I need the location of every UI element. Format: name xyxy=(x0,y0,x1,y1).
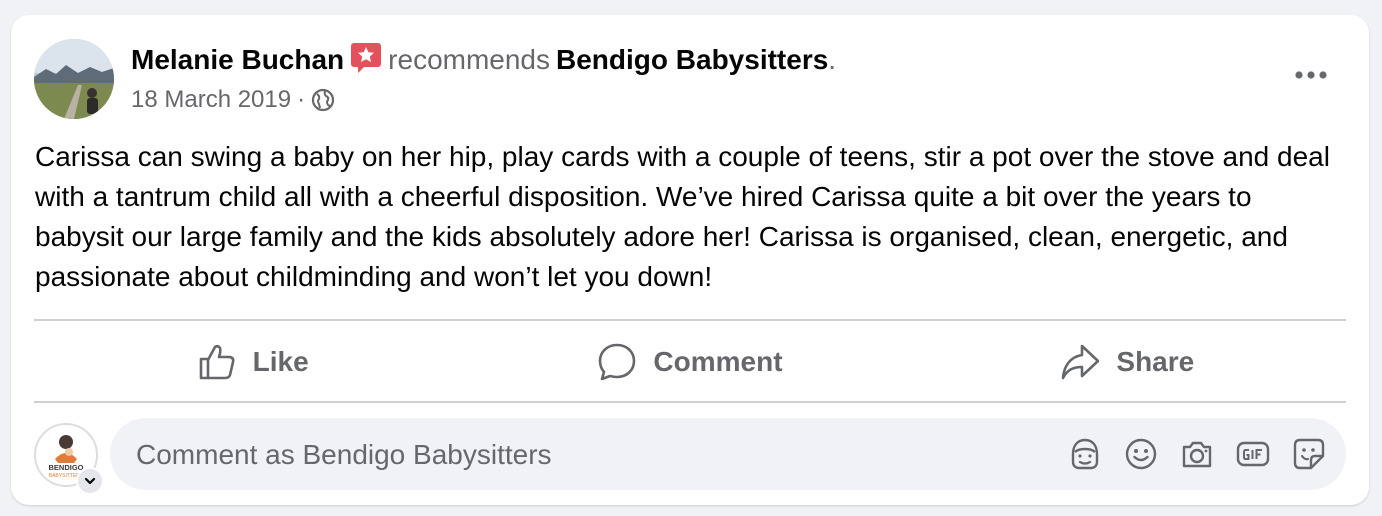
author-name[interactable]: Melanie Buchan xyxy=(131,44,344,75)
comment-button[interactable]: Comment xyxy=(471,322,908,402)
like-label: Like xyxy=(252,346,309,377)
share-arrow-icon xyxy=(1062,344,1100,380)
post-meta: 18 March 2019 · xyxy=(131,85,335,115)
recommend-star-icon xyxy=(350,41,382,75)
page-logo-top-text: BENDIGO xyxy=(48,463,83,472)
switch-profile-chevron-icon[interactable] xyxy=(76,467,104,495)
sticker-icon[interactable] xyxy=(1291,436,1327,472)
post-header: Melanie Buchan recommends Bendigo Babysitt… xyxy=(131,41,836,78)
globe-icon[interactable] xyxy=(311,88,335,112)
thumbs-up-icon xyxy=(199,344,235,380)
recommends-label: recommends xyxy=(388,44,551,75)
speech-bubble-icon xyxy=(599,343,636,381)
more-options-button[interactable] xyxy=(1291,59,1331,91)
avatar-sticker-icon[interactable] xyxy=(1067,436,1103,472)
post-date[interactable]: 18 March 2019 xyxy=(131,86,291,113)
meta-separator: · xyxy=(297,86,306,113)
comment-label: Comment xyxy=(653,346,783,377)
divider-top xyxy=(34,319,1346,321)
like-button[interactable]: Like xyxy=(34,322,471,402)
more-horizontal-icon xyxy=(1295,71,1327,79)
camera-icon[interactable] xyxy=(1179,436,1215,472)
post-actions: Like Comment Share xyxy=(34,322,1346,402)
divider-bottom xyxy=(34,401,1346,403)
comment-composer xyxy=(110,418,1346,492)
comment-input[interactable] xyxy=(134,418,1038,492)
gif-icon[interactable] xyxy=(1235,436,1271,472)
share-label: Share xyxy=(1116,346,1195,377)
post-body: Carissa can swing a baby on her hip, pla… xyxy=(35,141,1330,292)
header-period: . xyxy=(828,44,837,75)
author-avatar[interactable] xyxy=(34,39,114,119)
share-button[interactable]: Share xyxy=(909,322,1346,402)
recommendation-post: Melanie Buchan recommends Bendigo Babysitt… xyxy=(11,15,1369,505)
emoji-icon[interactable] xyxy=(1123,436,1159,472)
page-name-link[interactable]: Bendigo Babysitters xyxy=(556,44,828,75)
